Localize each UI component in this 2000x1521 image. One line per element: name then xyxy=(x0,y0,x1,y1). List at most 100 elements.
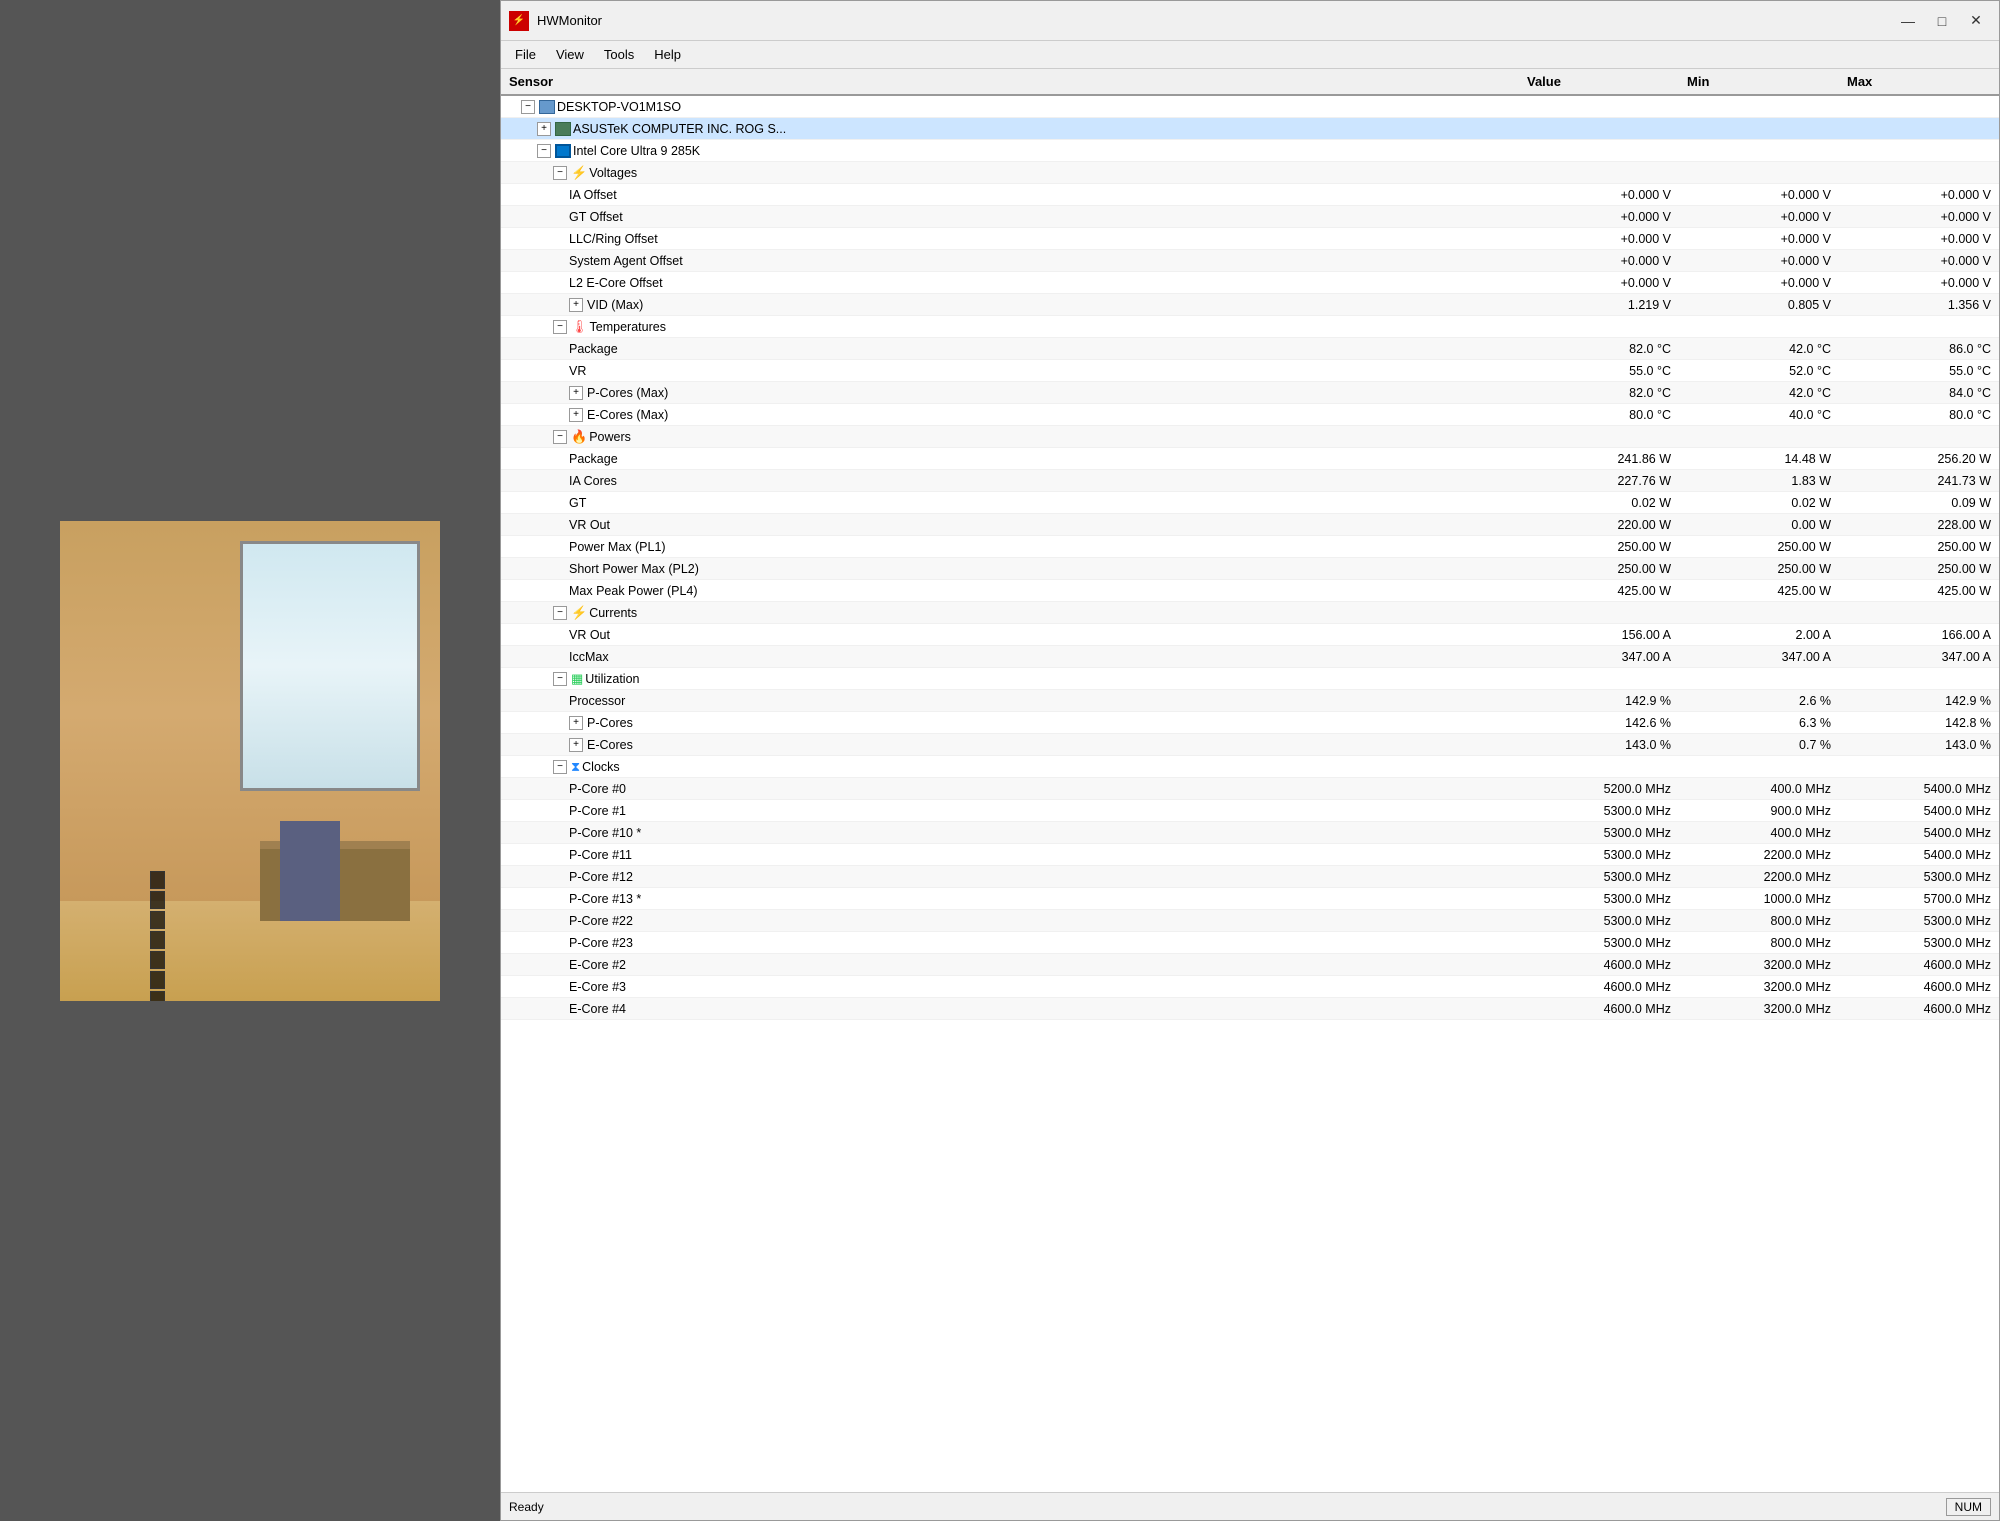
pcore10-clock-label: P-Core #10 * xyxy=(501,824,1519,842)
ecores-util-value: 143.0 % xyxy=(1519,736,1679,754)
ecores-util-label[interactable]: + E-Cores xyxy=(501,736,1519,754)
motherboard-label: ASUSTeK COMPUTER INC. ROG S... xyxy=(573,122,786,136)
table-row[interactable]: + P-Cores (Max) 82.0 °C 42.0 °C 84.0 °C xyxy=(501,382,1999,404)
pcores-temp-min: 42.0 °C xyxy=(1679,384,1839,402)
maximize-button[interactable]: □ xyxy=(1927,8,1957,34)
temperatures-label: Temperatures xyxy=(590,320,666,334)
vid-max-value: 1.219 V xyxy=(1519,296,1679,314)
table-row[interactable]: GT 0.02 W 0.02 W 0.09 W xyxy=(501,492,1999,514)
table-row[interactable]: + E-Cores 143.0 % 0.7 % 143.0 % xyxy=(501,734,1999,756)
table-row[interactable]: P-Core #10 * 5300.0 MHz 400.0 MHz 5400.0… xyxy=(501,822,1999,844)
powers-category[interactable]: − 🔥 Powers xyxy=(501,427,1519,447)
camera-image xyxy=(60,521,440,1001)
table-row[interactable]: IccMax 347.00 A 347.00 A 347.00 A xyxy=(501,646,1999,668)
clocks-category[interactable]: − ⧗ Clocks xyxy=(501,757,1519,777)
table-row[interactable]: P-Core #12 5300.0 MHz 2200.0 MHz 5300.0 … xyxy=(501,866,1999,888)
expand-pcores-util-icon[interactable]: + xyxy=(569,716,583,730)
table-row[interactable]: VR Out 220.00 W 0.00 W 228.00 W xyxy=(501,514,1999,536)
menu-view[interactable]: View xyxy=(546,45,594,64)
table-row[interactable]: Processor 142.9 % 2.6 % 142.9 % xyxy=(501,690,1999,712)
table-row[interactable]: GT Offset +0.000 V +0.000 V +0.000 V xyxy=(501,206,1999,228)
table-row[interactable]: − ⚡ Voltages xyxy=(501,162,1999,184)
cpu-label: Intel Core Ultra 9 285K xyxy=(573,144,700,158)
table-row[interactable]: P-Core #23 5300.0 MHz 800.0 MHz 5300.0 M… xyxy=(501,932,1999,954)
table-row[interactable]: L2 E-Core Offset +0.000 V +0.000 V +0.00… xyxy=(501,272,1999,294)
header-min[interactable]: Min xyxy=(1679,72,1839,91)
expand-ecores-temp-icon[interactable]: + xyxy=(569,408,583,422)
collapse-util-icon[interactable]: − xyxy=(553,672,567,686)
minimize-button[interactable]: — xyxy=(1893,8,1923,34)
menu-tools[interactable]: Tools xyxy=(594,45,644,64)
temperatures-category[interactable]: − 🌡 Temperatures xyxy=(501,317,1519,337)
expand-ecores-util-icon[interactable]: + xyxy=(569,738,583,752)
header-value[interactable]: Value xyxy=(1519,72,1679,91)
vid-max-min: 0.805 V xyxy=(1679,296,1839,314)
table-row[interactable]: System Agent Offset +0.000 V +0.000 V +0… xyxy=(501,250,1999,272)
pkg-temp-value: 82.0 °C xyxy=(1519,340,1679,358)
collapse-power-icon[interactable]: − xyxy=(553,430,567,444)
header-max[interactable]: Max xyxy=(1839,72,1999,91)
table-row[interactable]: P-Core #1 5300.0 MHz 900.0 MHz 5400.0 MH… xyxy=(501,800,1999,822)
table-row[interactable]: + ASUSTeK COMPUTER INC. ROG S... xyxy=(501,118,1999,140)
table-row[interactable]: − ⚡ Currents xyxy=(501,602,1999,624)
collapse-volt-icon[interactable]: − xyxy=(553,166,567,180)
content-area[interactable]: − DESKTOP-VO1M1SO + ASUSTeK COMPUTER INC… xyxy=(501,96,1999,1492)
table-row[interactable]: P-Core #0 5200.0 MHz 400.0 MHz 5400.0 MH… xyxy=(501,778,1999,800)
table-row[interactable]: LLC/Ring Offset +0.000 V +0.000 V +0.000… xyxy=(501,228,1999,250)
pkg-power-min: 14.48 W xyxy=(1679,450,1839,468)
currents-category[interactable]: − ⚡ Currents xyxy=(501,603,1519,623)
pcores-util-label[interactable]: + P-Cores xyxy=(501,714,1519,732)
utilization-category[interactable]: − ▦ Utilization xyxy=(501,669,1519,689)
table-row[interactable]: E-Core #4 4600.0 MHz 3200.0 MHz 4600.0 M… xyxy=(501,998,1999,1020)
table-row[interactable]: Package 82.0 °C 42.0 °C 86.0 °C xyxy=(501,338,1999,360)
computer-node[interactable]: − DESKTOP-VO1M1SO xyxy=(501,98,1519,116)
table-row[interactable]: VR 55.0 °C 52.0 °C 55.0 °C xyxy=(501,360,1999,382)
close-button[interactable]: ✕ xyxy=(1961,8,1991,34)
table-row[interactable]: P-Core #13 * 5300.0 MHz 1000.0 MHz 5700.… xyxy=(501,888,1999,910)
table-row[interactable]: + E-Cores (Max) 80.0 °C 40.0 °C 80.0 °C xyxy=(501,404,1999,426)
cpu-node[interactable]: − Intel Core Ultra 9 285K xyxy=(501,142,1519,160)
motherboard-node[interactable]: + ASUSTeK COMPUTER INC. ROG S... xyxy=(501,120,1519,138)
table-row[interactable]: Max Peak Power (PL4) 425.00 W 425.00 W 4… xyxy=(501,580,1999,602)
voltages-category[interactable]: − ⚡ Voltages xyxy=(501,163,1519,183)
collapse-icon[interactable]: − xyxy=(521,100,535,114)
table-row[interactable]: Package 241.86 W 14.48 W 256.20 W xyxy=(501,448,1999,470)
ecores-temp-label[interactable]: + E-Cores (Max) xyxy=(501,406,1519,424)
table-row[interactable]: E-Core #2 4600.0 MHz 3200.0 MHz 4600.0 M… xyxy=(501,954,1999,976)
table-row[interactable]: + VID (Max) 1.219 V 0.805 V 1.356 V xyxy=(501,294,1999,316)
pl4-power-max: 425.00 W xyxy=(1839,582,1999,600)
current-icon: ⚡ xyxy=(571,605,587,621)
header-sensor[interactable]: Sensor xyxy=(501,72,1519,91)
ecore2-clock-min: 3200.0 MHz xyxy=(1679,956,1839,974)
expand-mb-icon[interactable]: + xyxy=(537,122,551,136)
expand-vid-icon[interactable]: + xyxy=(569,298,583,312)
table-row[interactable]: IA Cores 227.76 W 1.83 W 241.73 W xyxy=(501,470,1999,492)
collapse-curr-icon[interactable]: − xyxy=(553,606,567,620)
table-row[interactable]: − Intel Core Ultra 9 285K xyxy=(501,140,1999,162)
table-row[interactable]: − 🌡 Temperatures xyxy=(501,316,1999,338)
menu-help[interactable]: Help xyxy=(644,45,691,64)
table-row[interactable]: IA Offset +0.000 V +0.000 V +0.000 V xyxy=(501,184,1999,206)
table-row[interactable]: − ⧗ Clocks xyxy=(501,756,1999,778)
pcore0-clock-max: 5400.0 MHz xyxy=(1839,780,1999,798)
table-row[interactable]: Short Power Max (PL2) 250.00 W 250.00 W … xyxy=(501,558,1999,580)
ecores-temp-max: 80.0 °C xyxy=(1839,406,1999,424)
table-row[interactable]: − ▦ Utilization xyxy=(501,668,1999,690)
table-row[interactable]: + P-Cores 142.6 % 6.3 % 142.8 % xyxy=(501,712,1999,734)
collapse-clock-icon[interactable]: − xyxy=(553,760,567,774)
ecores-temp-min: 40.0 °C xyxy=(1679,406,1839,424)
pcores-temp-label[interactable]: + P-Cores (Max) xyxy=(501,384,1519,402)
table-row[interactable]: P-Core #22 5300.0 MHz 800.0 MHz 5300.0 M… xyxy=(501,910,1999,932)
table-row[interactable]: Power Max (PL1) 250.00 W 250.00 W 250.00… xyxy=(501,536,1999,558)
collapse-cpu-icon[interactable]: − xyxy=(537,144,551,158)
table-row[interactable]: − DESKTOP-VO1M1SO xyxy=(501,96,1999,118)
table-row[interactable]: VR Out 156.00 A 2.00 A 166.00 A xyxy=(501,624,1999,646)
llcring-offset-max: +0.000 V xyxy=(1839,230,1999,248)
table-row[interactable]: P-Core #11 5300.0 MHz 2200.0 MHz 5400.0 … xyxy=(501,844,1999,866)
collapse-temp-icon[interactable]: − xyxy=(553,320,567,334)
pcore10-clock-max: 5400.0 MHz xyxy=(1839,824,1999,842)
table-row[interactable]: E-Core #3 4600.0 MHz 3200.0 MHz 4600.0 M… xyxy=(501,976,1999,998)
table-row[interactable]: − 🔥 Powers xyxy=(501,426,1999,448)
menu-file[interactable]: File xyxy=(505,45,546,64)
expand-pcores-temp-icon[interactable]: + xyxy=(569,386,583,400)
